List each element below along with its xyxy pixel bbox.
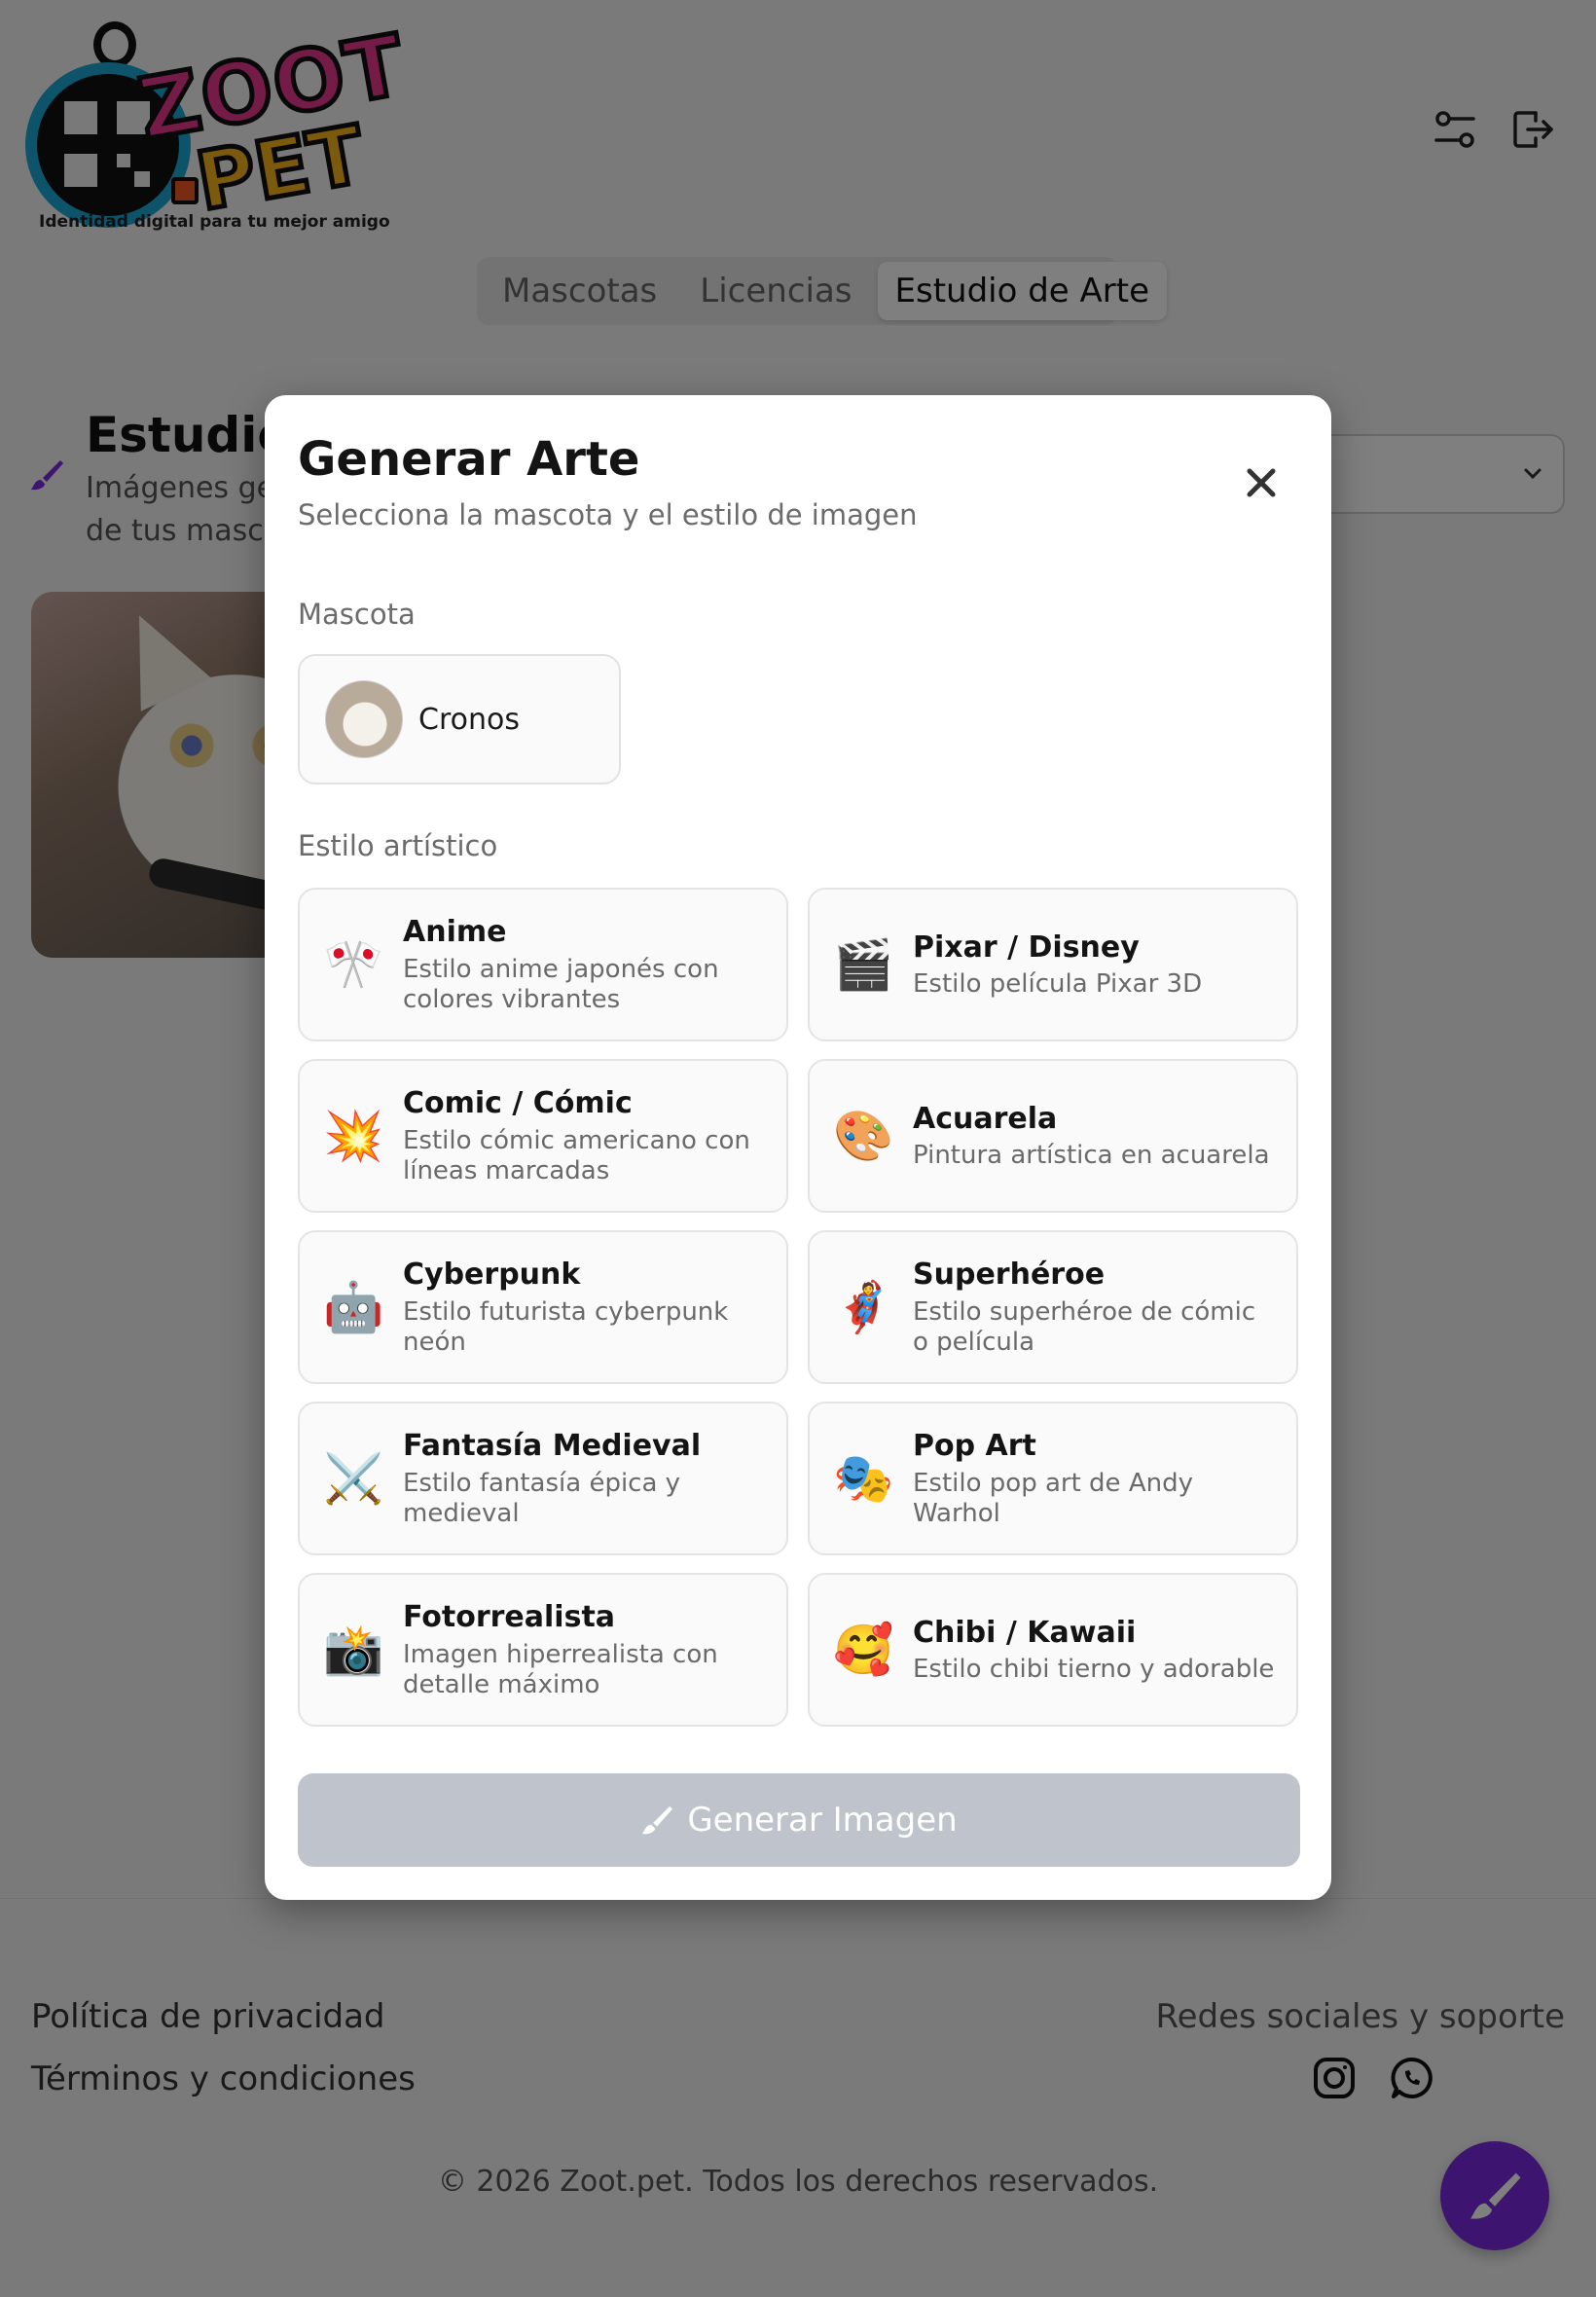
pet-name: Cronos bbox=[418, 702, 520, 737]
robot-icon: 🤖 bbox=[323, 1279, 384, 1335]
style-description: Imagen hiperrealista con detalle máximo bbox=[403, 1639, 718, 1699]
style-card-anime[interactable]: 🎌 Anime Estilo anime japonés con colores … bbox=[298, 888, 788, 1041]
style-name: Fantasía Medieval bbox=[403, 1429, 702, 1464]
style-card-acuarela[interactable]: 🎨 Acuarela Pintura artística en acuarela bbox=[808, 1059, 1298, 1213]
style-description: Estilo fantasía épica y medieval bbox=[403, 1468, 681, 1528]
camera-flash-icon: 📸 bbox=[323, 1622, 384, 1678]
style-card-comic[interactable]: 💥 Comic / Cómic Estilo cómic americano co… bbox=[298, 1059, 788, 1213]
style-description: Pintura artística en acuarela bbox=[913, 1141, 1270, 1171]
close-icon[interactable] bbox=[1242, 463, 1281, 502]
generate-art-modal: Generar Arte Selecciona la mascota y el … bbox=[265, 395, 1331, 1900]
generate-image-label: Generar Imagen bbox=[687, 1801, 958, 1840]
style-description: Estilo futurista cyberpunk neón bbox=[403, 1296, 729, 1357]
style-description: Estilo pop art de Andy Warhol bbox=[913, 1468, 1193, 1528]
modal-title: Generar Arte bbox=[298, 432, 640, 487]
style-card-superheroe[interactable]: 🦸 Superhéroe Estilo superhéroe de cómic o… bbox=[808, 1230, 1298, 1384]
clapperboard-icon: 🎬 bbox=[833, 936, 894, 993]
smiling-hearts-icon: 🥰 bbox=[833, 1622, 894, 1678]
style-card-chibi-kawaii[interactable]: 🥰 Chibi / Kawaii Estilo chibi tierno y ad… bbox=[808, 1573, 1298, 1727]
collision-icon: 💥 bbox=[323, 1108, 384, 1164]
style-description: Estilo anime japonés con colores vibrant… bbox=[403, 954, 719, 1014]
style-description: Estilo superhéroe de cómic o película bbox=[913, 1296, 1256, 1357]
pet-section-label: Mascota bbox=[298, 598, 416, 631]
style-name: Chibi / Kawaii bbox=[913, 1615, 1137, 1650]
pet-avatar bbox=[325, 680, 403, 758]
palette-icon: 🎨 bbox=[833, 1108, 894, 1164]
style-name: Superhéroe bbox=[913, 1258, 1106, 1293]
style-card-cyberpunk[interactable]: 🤖 Cyberpunk Estilo futurista cyberpunk ne… bbox=[298, 1230, 788, 1384]
style-name: Acuarela bbox=[913, 1101, 1058, 1136]
generate-image-button[interactable]: Generar Imagen bbox=[298, 1773, 1300, 1867]
style-card-fotorrealista[interactable]: 📸 Fotorrealista Imagen hiperrealista con … bbox=[298, 1573, 788, 1727]
style-card-pop-art[interactable]: 🎭 Pop Art Estilo pop art de Andy Warhol bbox=[808, 1402, 1298, 1555]
modal-subtitle: Selecciona la mascota y el estilo de ima… bbox=[298, 498, 918, 531]
style-description: Estilo película Pixar 3D bbox=[913, 969, 1203, 1000]
style-name: Comic / Cómic bbox=[403, 1086, 633, 1121]
style-name: Pixar / Disney bbox=[913, 930, 1140, 965]
superhero-icon: 🦸 bbox=[833, 1279, 894, 1335]
style-name: Anime bbox=[403, 915, 507, 950]
crossed-flags-icon: 🎌 bbox=[323, 936, 384, 993]
pet-option-card[interactable]: Cronos bbox=[298, 654, 621, 784]
style-section-label: Estilo artístico bbox=[298, 829, 498, 862]
style-description: Estilo chibi tierno y adorable bbox=[913, 1655, 1275, 1685]
style-name: Cyberpunk bbox=[403, 1258, 581, 1293]
style-card-pixar-disney[interactable]: 🎬 Pixar / Disney Estilo película Pixar 3D bbox=[808, 888, 1298, 1041]
paintbrush-icon bbox=[642, 1805, 673, 1835]
style-grid: 🎌 Anime Estilo anime japonés con colores … bbox=[298, 888, 1300, 1727]
style-name: Pop Art bbox=[913, 1429, 1036, 1464]
style-card-fantasia-medieval[interactable]: ⚔️ Fantasía Medieval Estilo fantasía épic… bbox=[298, 1402, 788, 1555]
style-description: Estilo cómic americano con líneas marcad… bbox=[403, 1125, 750, 1185]
style-name: Fotorrealista bbox=[403, 1600, 616, 1635]
crossed-swords-icon: ⚔️ bbox=[323, 1450, 384, 1507]
theater-masks-icon: 🎭 bbox=[833, 1450, 894, 1507]
